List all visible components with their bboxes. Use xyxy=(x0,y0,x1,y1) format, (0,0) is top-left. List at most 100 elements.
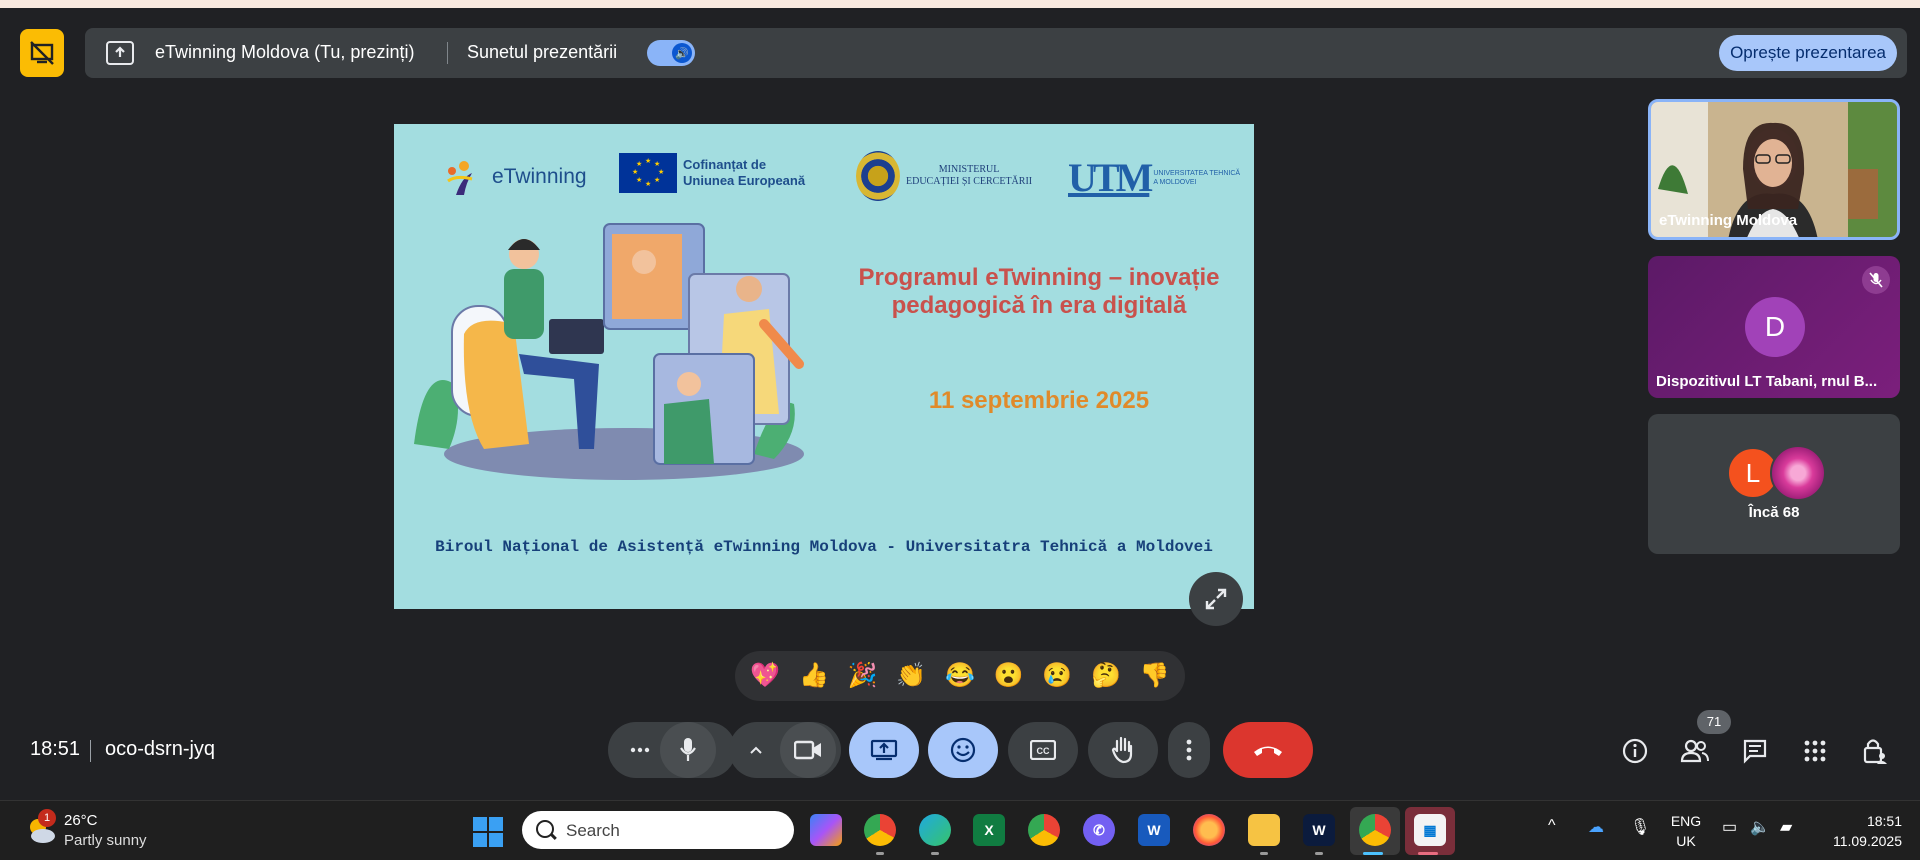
reaction-crying[interactable]: 😢 xyxy=(1042,661,1072,691)
eu-line2: Uniunea Europeană xyxy=(683,173,806,188)
presentation-banner: eTwinning Moldova (Tu, prezinți) Sunetul… xyxy=(85,28,1907,78)
search-label: Search xyxy=(566,821,620,840)
presentation-sound-label: Sunetul prezentării xyxy=(467,42,618,62)
more-options-button[interactable] xyxy=(1168,722,1210,778)
excel-icon[interactable]: X xyxy=(973,814,1005,846)
copilot-icon[interactable] xyxy=(810,814,842,846)
edge-icon[interactable] xyxy=(919,814,951,846)
reaction-thumbs-down[interactable]: 👎 xyxy=(1140,661,1170,691)
reaction-clapping[interactable]: 👏 xyxy=(896,661,926,691)
send-reaction-button[interactable] xyxy=(928,722,998,778)
eu-flag-icon: ★ ★ ★ ★ ★ ★ ★ ★ xyxy=(619,153,677,193)
keyboard-layout: UK xyxy=(1676,833,1696,849)
battery-icon[interactable]: ▰ xyxy=(1780,817,1792,837)
weather-notification-badge: 1 xyxy=(38,809,56,827)
host-controls-button[interactable] xyxy=(1858,734,1892,768)
closed-captions-icon: CC xyxy=(1030,740,1056,760)
participant-tile-etwinning-moldova[interactable]: eTwinning Moldova xyxy=(1648,99,1900,240)
lock-person-icon xyxy=(1863,739,1887,764)
chrome-profile-icon[interactable] xyxy=(864,814,896,846)
reaction-thinking[interactable]: 🤔 xyxy=(1091,661,1121,691)
microphone-button[interactable] xyxy=(660,722,716,778)
reactions-bar: 💖 👍 🎉 👏 😂 😮 😢 🤔 👎 xyxy=(735,651,1185,701)
chrome-icon[interactable] xyxy=(1028,814,1060,846)
raise-hand-button[interactable] xyxy=(1088,722,1158,778)
viber-icon[interactable]: ✆ xyxy=(1083,814,1115,846)
raise-hand-icon xyxy=(1111,736,1133,764)
meeting-details-button[interactable] xyxy=(1618,734,1652,768)
app-running-indicator xyxy=(931,852,939,855)
mic-muted-icon xyxy=(1862,266,1890,294)
presentation-sound-toggle[interactable]: 🔊 xyxy=(647,40,695,66)
camera-button[interactable] xyxy=(780,722,836,778)
taskbar-clock[interactable]: 18:51 11.09.2025 xyxy=(1822,811,1902,851)
fullscreen-expand-button[interactable] xyxy=(1189,572,1243,626)
reaction-laughing[interactable]: 😂 xyxy=(945,661,975,691)
language-code: ENG xyxy=(1670,813,1702,829)
utm-mark: UTM xyxy=(1068,155,1153,200)
banner-divider xyxy=(447,42,448,64)
participant-tile-dispozitivul[interactable]: D Dispozitivul LT Tabani, rnul B... xyxy=(1648,256,1900,398)
taskbar-date: 11.09.2025 xyxy=(1832,833,1902,849)
chevron-up-icon[interactable]: ^ xyxy=(1548,817,1556,835)
eu-cofunded-text: Cofinanțat de Uniunea Europeană xyxy=(683,157,805,189)
participant-name: Dispozitivul LT Tabani, rnul B... xyxy=(1656,373,1878,390)
firefox-icon[interactable] xyxy=(1193,814,1225,846)
app-running-indicator xyxy=(876,852,884,855)
video-options-button[interactable] xyxy=(733,722,779,778)
file-explorer-icon[interactable] xyxy=(1248,814,1280,846)
taskbar-time: 18:51 xyxy=(1866,813,1902,829)
clock-divider xyxy=(90,740,91,762)
expand-icon xyxy=(1205,588,1227,610)
ministry-line2: EDUCAȚIEI ȘI CERCETĂRII xyxy=(906,176,1033,187)
leave-call-button[interactable] xyxy=(1223,722,1313,778)
etwinning-logo: eTwinning xyxy=(442,157,587,197)
windows-taskbar: 1 26°C Partly sunny Search X ✆ W W ▦ ^ ☁… xyxy=(0,800,1920,860)
windows-start-icon[interactable] xyxy=(473,817,503,847)
people-button[interactable] xyxy=(1678,734,1712,768)
volume-icon[interactable]: 🔈 xyxy=(1750,817,1770,837)
microphone-tray-icon[interactable]: 🎙 xyxy=(1630,817,1650,837)
present-to-all-icon xyxy=(870,739,898,761)
stop-presenting-button[interactable]: Oprește prezentarea xyxy=(1719,35,1897,71)
utm-line2: A MOLDOVEI xyxy=(1153,179,1197,186)
slide-title: Programul eTwinning – inovație pedagogic… xyxy=(839,264,1239,320)
slide-footer: Biroul Național de Asistență eTwinning M… xyxy=(435,538,1213,556)
reaction-sparkling-heart[interactable]: 💖 xyxy=(750,661,780,691)
chevron-up-icon xyxy=(750,746,762,754)
presenting-indicator-icon xyxy=(20,29,64,77)
activities-button[interactable] xyxy=(1798,734,1832,768)
chrome-active-icon[interactable] xyxy=(1359,814,1391,846)
etwinning-logo-text: eTwinning xyxy=(492,165,587,188)
weather-condition: Partly sunny xyxy=(64,832,147,849)
onedrive-cloud-icon[interactable]: ☁ xyxy=(1588,817,1604,837)
reaction-thumbs-up[interactable]: 👍 xyxy=(799,661,829,691)
slide-title-line1: Programul eTwinning – inovație xyxy=(858,264,1220,291)
language-indicator[interactable]: ENG UK xyxy=(1670,811,1702,851)
webex-icon[interactable]: W xyxy=(1303,814,1335,846)
more-horiz-icon xyxy=(630,747,650,753)
taskbar-search-box[interactable]: Search xyxy=(522,811,794,849)
app-running-indicator xyxy=(1260,852,1268,855)
present-screen-icon xyxy=(106,41,134,65)
reaction-party-popper[interactable]: 🎉 xyxy=(848,661,878,691)
network-icon[interactable]: ▭ xyxy=(1722,817,1737,837)
more-participants-tile[interactable]: L Încă 68 xyxy=(1648,414,1900,554)
reaction-surprised[interactable]: 😮 xyxy=(994,661,1024,691)
chat-button[interactable] xyxy=(1738,734,1772,768)
app-running-indicator xyxy=(1315,852,1323,855)
emoji-icon xyxy=(950,737,976,763)
eu-line1: Cofinanțat de xyxy=(683,157,767,172)
info-icon xyxy=(1622,738,1648,764)
slide-title-line2: pedagogică în era digitală xyxy=(891,292,1187,319)
app-active-indicator xyxy=(1363,852,1383,855)
moldova-crest-icon xyxy=(856,151,900,201)
captions-button[interactable]: CC xyxy=(1008,722,1078,778)
meeting-code: oco-dsrn-jyq xyxy=(105,738,216,760)
microsoft-store-icon[interactable]: ▦ xyxy=(1414,814,1446,846)
presenter-title: eTwinning Moldova (Tu, prezinți) xyxy=(155,42,415,62)
present-screen-button[interactable] xyxy=(849,722,919,778)
word-icon[interactable]: W xyxy=(1138,814,1170,846)
eu-cofunded-logo: ★ ★ ★ ★ ★ ★ ★ ★ Cofinanțat de Uniunea Europea… xyxy=(619,153,805,193)
etwinning-logo-icon xyxy=(447,161,473,195)
